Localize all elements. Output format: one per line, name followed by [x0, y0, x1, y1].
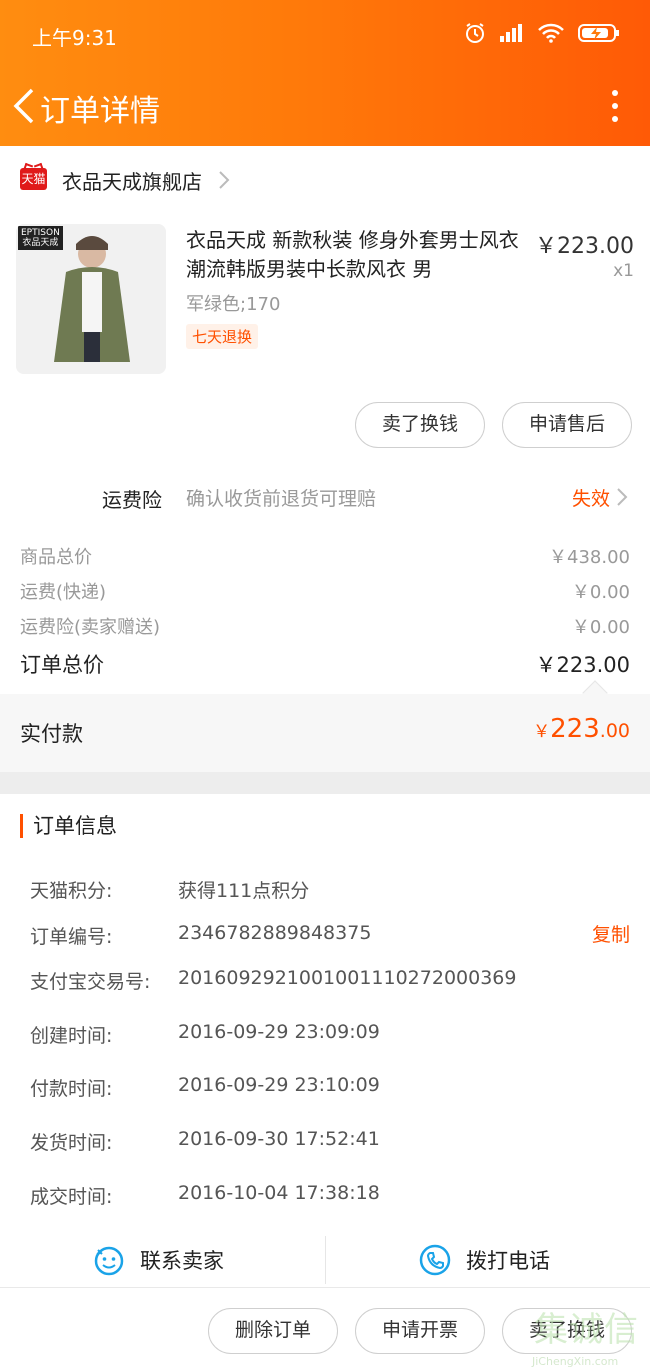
insurance-desc: 确认收货前退货可理赔	[186, 488, 377, 510]
status-time: 上午9:31	[32, 26, 117, 50]
order-info-key: 支付宝交易号:	[30, 971, 151, 993]
shipping-fee-label: 运费(快递)	[20, 582, 107, 603]
insurance-fee-label: 运费险(卖家赠送)	[20, 617, 161, 638]
insurance-status: 失效	[571, 488, 610, 510]
chevron-right-icon	[219, 171, 230, 189]
order-info-value: 2346782889848375	[178, 922, 372, 944]
watermark-text: 集诚信	[534, 1310, 639, 1350]
return-policy-badge: 七天退换	[186, 324, 259, 349]
order-info-value: 2016-09-29 23:09:09	[178, 1021, 380, 1043]
insurance-label: 运费险	[102, 488, 162, 512]
order-info-key: 天猫积分:	[30, 880, 113, 902]
signal-icon	[500, 24, 522, 42]
order-info-value: 2016092921001001110272000369	[178, 967, 517, 989]
tmall-logo-icon: 天猫	[20, 168, 47, 190]
goods-total-value: ￥438.00	[549, 547, 630, 568]
product-sku: 军绿色;170	[186, 294, 281, 315]
page-title: 订单详情	[40, 94, 160, 129]
after-sale-button[interactable]: 申请售后	[502, 402, 632, 448]
actual-payment-value: ￥223.00	[533, 714, 630, 744]
chat-face-icon	[94, 1246, 124, 1276]
brand-tag-line2: 衣品天成	[22, 238, 59, 248]
shipping-insurance-row[interactable]: 运费险 确认收货前退货可理赔 失效	[0, 470, 650, 522]
order-info-value: 获得111点积分	[178, 880, 310, 902]
actual-payment-box: 实付款 ￥223.00	[0, 680, 650, 772]
insurance-fee-row: 运费险(卖家赠送) ￥0.00	[20, 613, 630, 639]
contact-divider	[325, 1236, 326, 1284]
order-info-key: 创建时间:	[30, 1025, 113, 1047]
payment-integer: 223	[550, 714, 600, 744]
alarm-icon	[466, 23, 484, 43]
call-phone-button[interactable]: 拨打电话	[418, 1240, 550, 1280]
order-info-key: 付款时间:	[30, 1078, 113, 1100]
order-info-value: 2016-09-30 17:52:41	[178, 1128, 380, 1150]
status-icons	[464, 22, 620, 44]
shipping-fee-value: ￥0.00	[571, 582, 630, 603]
site-watermark: 集诚信 JiChengXin.com	[528, 1302, 646, 1368]
product-quantity: x1	[613, 261, 634, 281]
brand-tag-line1: EPTISON	[21, 228, 60, 238]
more-menu-icon[interactable]	[610, 90, 620, 122]
goods-total-row: 商品总价 ￥438.00	[20, 543, 630, 569]
insurance-fee-value: ￥0.00	[571, 617, 630, 638]
order-info-key: 成交时间:	[30, 1186, 113, 1208]
order-total-label: 订单总价	[20, 653, 104, 677]
goods-total-label: 商品总价	[20, 547, 92, 568]
payment-currency: ￥	[533, 722, 551, 742]
app-header: 上午9:31 订单详情	[0, 0, 650, 146]
copy-order-number-button[interactable]: 复制	[592, 920, 630, 947]
back-arrow-icon[interactable]	[10, 86, 38, 126]
product-image[interactable]: EPTISON 衣品天成	[16, 224, 166, 374]
delete-order-button[interactable]: 删除订单	[208, 1308, 338, 1354]
order-total-value: ￥223.00	[535, 653, 630, 677]
contact-seller-button[interactable]: 联系卖家	[92, 1240, 224, 1280]
contact-bar: 联系卖家 拨打电话	[0, 1232, 650, 1288]
order-total-row: 订单总价 ￥223.00	[20, 649, 630, 679]
order-info-value: 2016-10-04 17:38:18	[178, 1182, 380, 1204]
payment-decimal: .00	[599, 720, 630, 742]
order-info-key: 订单编号:	[30, 926, 113, 948]
sell-for-cash-button[interactable]: 卖了换钱	[355, 402, 485, 448]
request-invoice-button[interactable]: 申请开票	[355, 1308, 485, 1354]
brand-tag: EPTISON 衣品天成	[18, 226, 63, 250]
order-info-key: 发货时间:	[30, 1132, 113, 1154]
phone-icon	[419, 1244, 451, 1276]
wifi-icon	[538, 23, 564, 43]
product-price: ￥223.00	[535, 234, 634, 259]
actual-payment-label: 实付款	[20, 722, 83, 746]
shipping-fee-row: 运费(快递) ￥0.00	[20, 578, 630, 604]
order-info-value: 2016-09-29 23:10:09	[178, 1074, 380, 1096]
shop-row[interactable]: 天猫 衣品天成旗舰店	[0, 146, 650, 216]
chevron-right-icon	[617, 488, 628, 506]
call-phone-label: 拨打电话	[466, 1249, 550, 1273]
section-divider	[0, 772, 650, 794]
caret-decoration	[582, 680, 608, 706]
battery-icon	[578, 24, 619, 42]
order-info-title: 订单信息	[20, 814, 117, 838]
contact-seller-label: 联系卖家	[140, 1249, 224, 1273]
shop-name[interactable]: 衣品天成旗舰店	[62, 166, 202, 195]
product-title[interactable]: 衣品天成 新款秋装 修身外套男士风衣 潮流韩版男装中长款风衣 男	[186, 226, 526, 284]
watermark-url: JiChengXin.com	[532, 1355, 619, 1368]
